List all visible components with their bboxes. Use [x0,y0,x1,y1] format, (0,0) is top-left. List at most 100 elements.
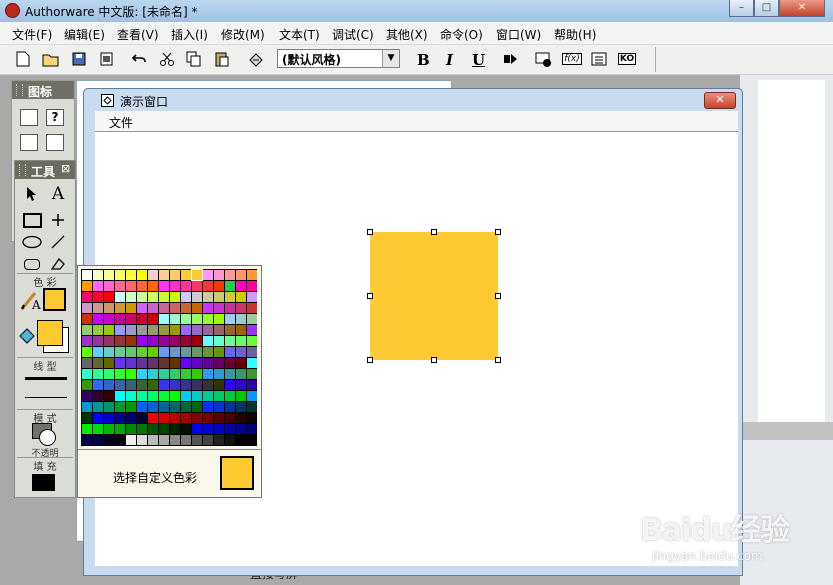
cut-icon[interactable] [157,49,177,69]
polygon-tool[interactable] [47,253,69,275]
menu-file[interactable]: 文件(F) [12,26,52,43]
color-swatch[interactable] [104,325,114,335]
color-swatch[interactable] [115,402,125,412]
color-swatch[interactable] [82,314,92,324]
icon-palette-header[interactable]: 图标 [12,81,74,99]
color-swatch[interactable] [192,281,202,291]
color-swatch[interactable] [82,347,92,357]
color-swatch[interactable] [170,435,180,445]
color-swatch[interactable] [104,336,114,346]
color-swatch[interactable] [104,358,114,368]
color-swatch[interactable] [126,402,136,412]
color-swatch[interactable] [82,413,92,423]
italic-button[interactable]: I [446,51,453,69]
color-swatch[interactable] [137,435,147,445]
color-swatch[interactable] [104,402,114,412]
color-swatch[interactable] [115,380,125,390]
color-swatch[interactable] [247,413,257,423]
close-icon[interactable]: ⊠ [61,162,70,175]
close-button[interactable]: ✕ [779,0,825,17]
presentation-menu-file[interactable]: 文件 [109,114,133,131]
color-swatch[interactable] [104,391,114,401]
color-swatch[interactable] [225,369,235,379]
color-swatch[interactable] [137,391,147,401]
color-swatch[interactable] [192,413,202,423]
rounded-rectangle-tool[interactable] [21,253,43,275]
color-swatch[interactable] [137,358,147,368]
color-swatch[interactable] [225,424,235,434]
color-swatch[interactable] [148,314,158,324]
color-swatch[interactable] [247,292,257,302]
color-swatch[interactable] [82,325,92,335]
calculation-icon-tool[interactable] [20,134,38,151]
map-icon-tool[interactable] [46,134,64,151]
color-swatch[interactable] [93,435,103,445]
color-swatch[interactable] [225,336,235,346]
color-swatch[interactable] [214,413,224,423]
color-swatch[interactable] [115,336,125,346]
color-swatch[interactable] [159,435,169,445]
color-swatch[interactable] [181,347,191,357]
color-swatch[interactable] [236,281,246,291]
color-swatch[interactable] [104,281,114,291]
color-swatch[interactable] [104,369,114,379]
color-swatch[interactable] [126,336,136,346]
resize-handle-w[interactable] [367,293,373,299]
color-swatch[interactable] [82,303,92,313]
color-swatch[interactable] [82,380,92,390]
color-swatch[interactable] [247,424,257,434]
color-swatch[interactable] [148,281,158,291]
color-swatch[interactable] [159,358,169,368]
color-swatch[interactable] [115,270,125,280]
paste-icon[interactable] [212,49,232,69]
save-all-icon[interactable] [69,49,89,69]
color-swatch[interactable] [181,424,191,434]
color-swatch[interactable] [203,270,213,280]
color-swatch[interactable] [93,369,103,379]
color-swatch[interactable] [93,402,103,412]
display-icon-tool[interactable] [20,109,38,126]
color-swatch[interactable] [93,336,103,346]
interaction-icon-tool[interactable]: ? [46,109,64,126]
rectangle-tool[interactable] [21,209,43,231]
menu-view[interactable]: 查看(V) [117,26,159,43]
color-swatch[interactable] [115,347,125,357]
color-swatch[interactable] [115,369,125,379]
color-swatch[interactable] [93,347,103,357]
color-swatch[interactable] [236,413,246,423]
color-swatch[interactable] [115,435,125,445]
color-swatch[interactable] [192,292,202,302]
color-swatch[interactable] [192,380,202,390]
color-swatch[interactable] [170,402,180,412]
color-swatch[interactable] [236,336,246,346]
color-swatch[interactable] [247,358,257,368]
underline-button[interactable]: U [472,51,485,69]
color-swatch[interactable] [181,358,191,368]
color-swatch[interactable] [192,424,202,434]
menu-modify[interactable]: 修改(M) [221,26,265,43]
color-swatch[interactable] [93,391,103,401]
color-swatch[interactable] [236,347,246,357]
color-swatch[interactable] [148,325,158,335]
fill-pattern-swatch[interactable] [32,474,55,491]
color-swatch[interactable] [126,325,136,335]
color-swatch[interactable] [148,358,158,368]
color-swatch[interactable] [214,336,224,346]
color-swatch[interactable] [93,303,103,313]
color-swatch[interactable] [214,347,224,357]
color-swatch[interactable] [181,270,191,280]
chevron-down-icon[interactable]: ▼ [382,50,399,67]
color-swatch[interactable] [159,402,169,412]
color-swatch[interactable] [148,270,158,280]
color-swatch[interactable] [236,391,246,401]
color-swatch[interactable] [247,347,257,357]
color-swatch[interactable] [104,347,114,357]
color-swatch[interactable] [225,281,235,291]
color-swatch[interactable] [104,292,114,302]
color-swatch[interactable] [159,292,169,302]
color-swatch[interactable] [126,380,136,390]
color-swatch[interactable] [93,325,103,335]
custom-color-swatch[interactable] [220,456,254,490]
text-style-select[interactable]: (默认风格) ▼ [277,49,400,68]
color-swatch[interactable] [170,380,180,390]
